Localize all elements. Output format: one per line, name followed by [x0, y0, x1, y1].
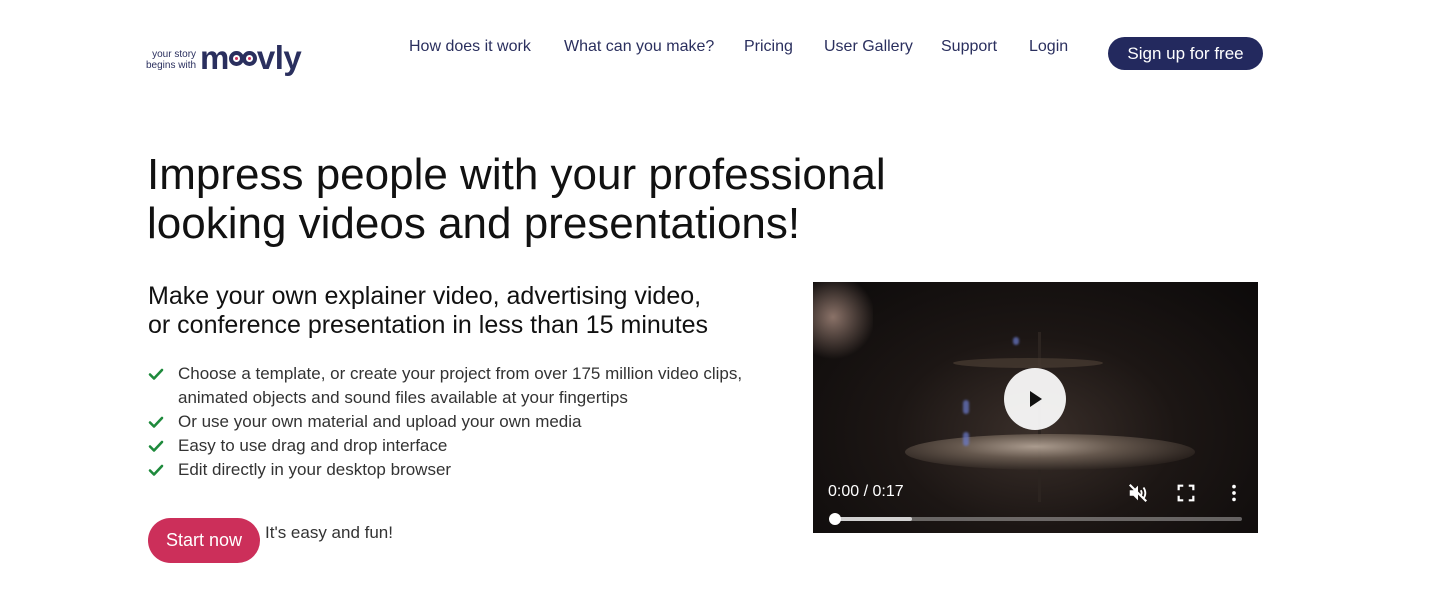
- video-frame-cymbal-top: [953, 358, 1103, 368]
- nav-what-can-you-make[interactable]: What can you make?: [564, 38, 714, 56]
- checkmark-icon: [148, 368, 164, 380]
- checkmark-icon: [148, 464, 164, 476]
- hero-subtitle-line1: Make your own explainer video, advertisi…: [148, 282, 702, 310]
- checkmark-icon: [148, 440, 164, 452]
- video-time-display: 0:00 / 0:17: [828, 483, 904, 500]
- nav-pricing[interactable]: Pricing: [744, 38, 793, 56]
- cta-note: It's easy and fun!: [265, 523, 393, 542]
- video-frame-cymbal: [905, 434, 1195, 470]
- start-now-button[interactable]: Start now: [148, 518, 260, 563]
- video-player[interactable]: 0:00 / 0:17: [813, 282, 1258, 533]
- logo-tagline-line1: your story: [152, 49, 197, 60]
- logo-tagline-line2: begins with: [146, 60, 197, 71]
- nav-user-gallery[interactable]: User Gallery: [824, 38, 913, 56]
- more-options-button[interactable]: [1223, 482, 1245, 504]
- play-button[interactable]: [1004, 368, 1066, 430]
- video-frame-light: [1013, 337, 1019, 345]
- video-progress-knob[interactable]: [829, 513, 841, 525]
- feature-item: Choose a template, or create your projec…: [148, 362, 808, 410]
- video-frame-highlight: [813, 282, 873, 362]
- checkmark-icon: [148, 416, 164, 428]
- nav-support[interactable]: Support: [941, 38, 997, 56]
- volume-muted-icon: [1128, 483, 1148, 503]
- feature-list: Choose a template, or create your projec…: [148, 362, 808, 482]
- mute-button[interactable]: [1127, 482, 1149, 504]
- logo-eyes-icon: [228, 50, 257, 66]
- signup-button[interactable]: Sign up for free: [1108, 37, 1263, 70]
- feature-item: Or use your own material and upload your…: [148, 410, 808, 434]
- nav-login[interactable]: Login: [1029, 38, 1068, 56]
- logo-word-end: vly: [256, 39, 302, 76]
- more-vertical-icon: [1232, 484, 1236, 502]
- hero-subtitle: Make your own explainer video, advertisi…: [148, 282, 808, 340]
- feature-item: Edit directly in your desktop browser: [148, 458, 808, 482]
- fullscreen-button[interactable]: [1175, 482, 1197, 504]
- hero-title-line2: looking videos and presentations!: [147, 199, 801, 248]
- logo-word-start: m: [200, 39, 229, 76]
- feature-text-line2: animated objects and sound files availab…: [178, 388, 628, 407]
- video-frame-light: [963, 432, 969, 446]
- fullscreen-icon: [1177, 484, 1195, 502]
- video-buffer-bar: [834, 517, 912, 521]
- play-icon: [1030, 391, 1042, 407]
- logo-tagline: your story begins with: [146, 49, 196, 71]
- feature-text-line1: Easy to use drag and drop interface: [178, 436, 448, 455]
- feature-text-line1: Or use your own material and upload your…: [178, 412, 582, 431]
- logo-wordmark: m vly: [200, 39, 302, 76]
- moovly-logo[interactable]: your story begins with m vly: [146, 39, 302, 76]
- video-frame-light: [963, 400, 969, 414]
- feature-text-line1: Edit directly in your desktop browser: [178, 460, 452, 479]
- feature-text-line1: Choose a template, or create your projec…: [178, 364, 743, 383]
- hero-subtitle-line2: or conference presentation in less than …: [148, 311, 709, 339]
- hero-title: Impress people with your professional lo…: [147, 150, 1047, 248]
- feature-item: Easy to use drag and drop interface: [148, 434, 808, 458]
- video-progress-bar[interactable]: [829, 513, 1242, 525]
- hero-title-line1: Impress people with your professional: [147, 150, 886, 199]
- nav-how-does-it-work[interactable]: How does it work: [409, 38, 531, 56]
